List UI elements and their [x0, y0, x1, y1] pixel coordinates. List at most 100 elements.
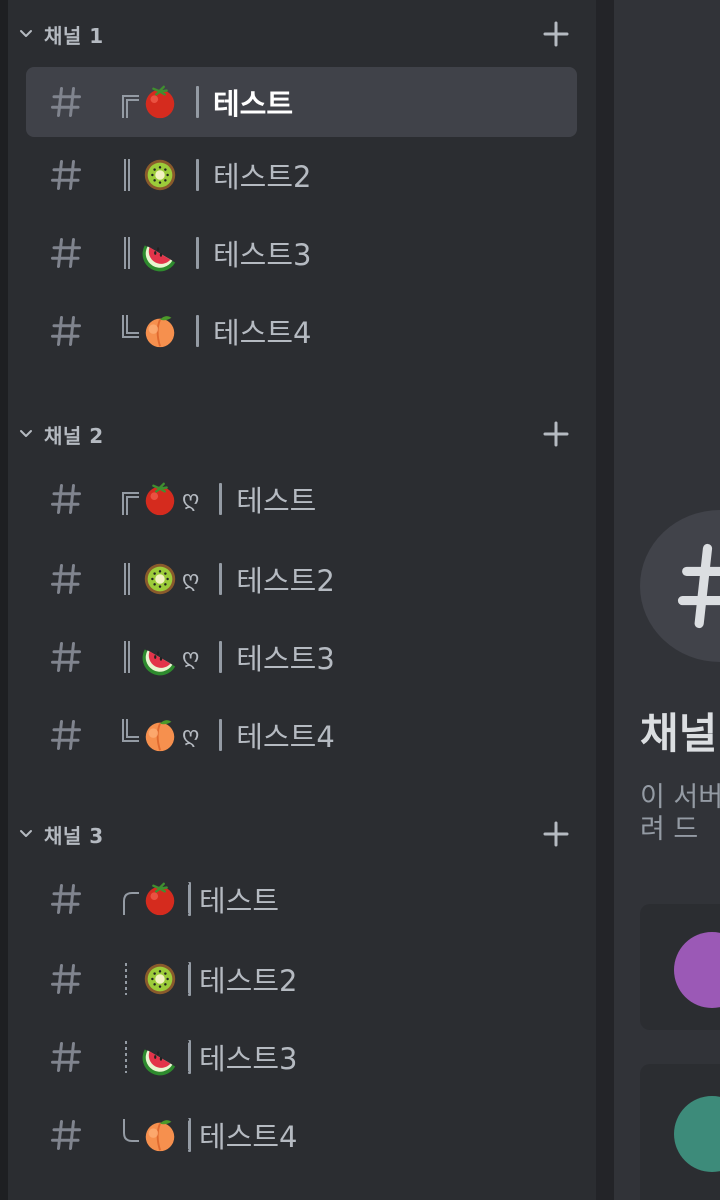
- channel-name: 테스트3: [236, 642, 335, 676]
- channel-welcome-icon: [640, 510, 720, 662]
- channel-name: 테스트: [213, 87, 294, 121]
- tomato-emoji-icon: [140, 479, 180, 519]
- welcome-description: 이 서버 려 드: [640, 782, 720, 846]
- main-content: 채널 이 서버 려 드: [614, 0, 720, 1200]
- watermelon-emoji-icon: [140, 637, 180, 677]
- channel-item[interactable]: ღ 테스트: [26, 464, 577, 534]
- hash-icon: [46, 1037, 86, 1077]
- channel-item[interactable]: ღ 테스트3: [26, 622, 577, 692]
- channel-item[interactable]: 테스트2: [26, 140, 577, 210]
- create-channel-button[interactable]: [542, 20, 570, 48]
- tree-connector: [120, 479, 140, 519]
- chevron-down-icon[interactable]: [14, 422, 38, 446]
- tomato-emoji-icon: [140, 879, 180, 919]
- channel-category[interactable]: 채널 2: [14, 416, 584, 452]
- separator-bar: [196, 86, 199, 118]
- tree-connector: [120, 715, 140, 755]
- hash-icon: [46, 1115, 86, 1155]
- channel-item[interactable]: ღ 테스트4: [26, 700, 577, 770]
- invite-friends-icon: [674, 932, 720, 1008]
- hash-icon: [46, 311, 86, 351]
- channel-category[interactable]: 채널 1: [14, 16, 584, 52]
- channel-item[interactable]: 테스트: [26, 67, 577, 137]
- sidebar-divider: [596, 0, 614, 1200]
- channel-item[interactable]: 테스트: [26, 864, 577, 934]
- category-name: 채널 1: [44, 23, 104, 48]
- channel-label: ღ 테스트4: [120, 715, 335, 755]
- channel-label: ღ 테스트: [120, 479, 316, 519]
- hash-icon: [46, 879, 86, 919]
- separator-bar: [219, 641, 223, 673]
- channel-label: 테스트3: [120, 233, 312, 273]
- watermelon-emoji-icon: [140, 233, 180, 273]
- personalize-icon: [674, 1096, 720, 1172]
- kiwi-emoji-icon: [140, 155, 180, 195]
- separator-bar: [188, 1040, 191, 1074]
- channel-label: 테스트2: [120, 959, 298, 999]
- server-rail-edge: [0, 0, 8, 1200]
- create-channel-button[interactable]: [542, 820, 570, 848]
- category-name: 채널 2: [44, 423, 104, 448]
- plus-icon: [543, 421, 569, 447]
- tree-connector: [120, 82, 140, 122]
- hash-icon: [46, 715, 86, 755]
- channel-item[interactable]: 테스트2: [26, 944, 577, 1014]
- channel-name: 테스트2: [199, 964, 298, 998]
- hash-icon: [46, 559, 86, 599]
- create-channel-button[interactable]: [542, 420, 570, 448]
- app-window: 채널 1 테스트 테스트2 테스트3 테스트4 채널 2 ღ 테스트 ღ 테스트…: [0, 0, 720, 1200]
- channel-label: 테스트4: [120, 311, 312, 351]
- channel-suffix: ღ: [182, 722, 200, 748]
- kiwi-emoji-icon: [140, 959, 180, 999]
- separator-bar: [219, 483, 223, 515]
- separator-bar: [196, 315, 199, 347]
- separator-bar: [188, 962, 191, 996]
- tree-connector: [120, 959, 140, 999]
- channel-item[interactable]: ღ 테스트2: [26, 544, 577, 614]
- channel-label: 테스트: [120, 82, 293, 122]
- tree-connector: [120, 155, 140, 195]
- welcome-card[interactable]: [640, 1064, 720, 1200]
- hash-icon: [46, 637, 86, 677]
- channel-label: ღ 테스트2: [120, 559, 335, 599]
- channel-suffix: ღ: [182, 566, 200, 592]
- tree-connector: [120, 1115, 140, 1155]
- plus-icon: [543, 21, 569, 47]
- hash-icon: [677, 543, 720, 629]
- plus-icon: [543, 821, 569, 847]
- hash-icon: [46, 82, 86, 122]
- separator-bar: [219, 563, 223, 595]
- peach-emoji-icon: [140, 1115, 180, 1155]
- separator-bar: [188, 882, 191, 916]
- chevron-down-icon[interactable]: [14, 22, 38, 46]
- channel-item[interactable]: 테스트3: [26, 218, 577, 288]
- channel-item[interactable]: 테스트4: [26, 296, 577, 366]
- tree-connector: [120, 1037, 140, 1077]
- hash-icon: [46, 479, 86, 519]
- channel-category[interactable]: 채널 3: [14, 816, 584, 852]
- separator-bar: [196, 159, 199, 191]
- channel-label: 테스트2: [120, 155, 312, 195]
- tree-connector: [120, 233, 140, 273]
- channel-item[interactable]: 테스트4: [26, 1100, 577, 1170]
- kiwi-emoji-icon: [140, 559, 180, 599]
- welcome-card[interactable]: [640, 904, 720, 1030]
- separator-bar: [219, 719, 223, 751]
- welcome-title: 채널: [640, 709, 718, 758]
- hash-icon: [46, 233, 86, 273]
- channel-label: 테스트: [120, 879, 279, 919]
- channel-name: 테스트3: [213, 238, 312, 272]
- tree-connector: [120, 879, 140, 919]
- channel-name: 테스트4: [236, 720, 335, 754]
- separator-bar: [188, 1118, 191, 1152]
- tree-connector: [120, 637, 140, 677]
- tree-connector: [120, 311, 140, 351]
- peach-emoji-icon: [140, 715, 180, 755]
- peach-emoji-icon: [140, 311, 180, 351]
- channel-item[interactable]: 테스트3: [26, 1022, 577, 1092]
- channel-sidebar: 채널 1 테스트 테스트2 테스트3 테스트4 채널 2 ღ 테스트 ღ 테스트…: [0, 0, 596, 1200]
- chevron-down-icon[interactable]: [14, 822, 38, 846]
- tomato-emoji-icon: [140, 82, 180, 122]
- hash-icon: [46, 155, 86, 195]
- channel-label: ღ 테스트3: [120, 637, 335, 677]
